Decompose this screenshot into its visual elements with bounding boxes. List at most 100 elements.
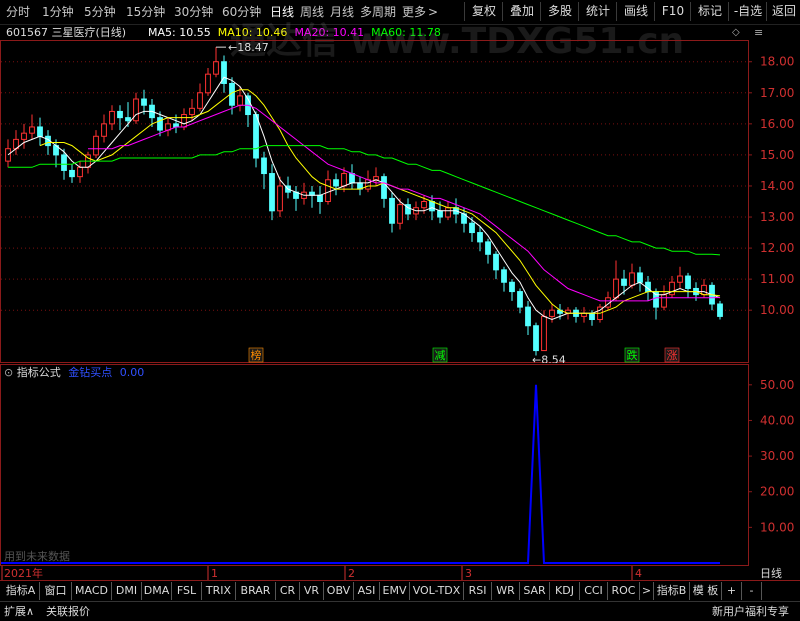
indicator-tab-16[interactable]: SAR (520, 582, 550, 600)
candle (717, 300, 723, 320)
indicator-tab-8[interactable]: CR (276, 582, 300, 600)
price-axis-label: 12.00 (760, 241, 794, 255)
candle (509, 279, 515, 301)
candle-body (189, 107, 195, 116)
month-label: 4 (635, 567, 642, 580)
candle-body (37, 126, 43, 137)
candle (621, 269, 627, 295)
indicator-tab-7[interactable]: BRAR (236, 582, 276, 600)
candle (317, 185, 323, 214)
indicator-frame (0, 364, 749, 566)
candle-body (93, 135, 99, 156)
candle (221, 55, 227, 93)
candle-body (269, 173, 275, 212)
indicator-tab-4[interactable]: DMA (142, 582, 172, 600)
indicator-tab-15[interactable]: WR (492, 582, 520, 600)
candle (677, 266, 683, 289)
indicator-tab-19[interactable]: ROC (608, 582, 640, 600)
candle-body (181, 114, 187, 128)
indicator-tab-5[interactable]: FSL (172, 582, 202, 600)
period-tab-1[interactable]: 1分钟 (42, 3, 74, 21)
period-tab-4[interactable]: 30分钟 (174, 3, 213, 21)
month-label: 3 (465, 567, 472, 580)
settings-diamond-icon[interactable]: ◇ (732, 26, 740, 40)
price-axis-label: 17.00 (760, 86, 794, 100)
indicator-axis-label: 50.00 (760, 378, 794, 392)
indicator-tab-13[interactable]: VOL-TDX (410, 582, 464, 600)
candle (53, 139, 59, 168)
toolbar-button-6[interactable]: 标记 (690, 2, 729, 21)
candle (293, 185, 299, 211)
candle-body (421, 201, 427, 209)
candle-body (125, 117, 131, 122)
stock-name: 三星医疗 (51, 26, 96, 39)
indicator-tab-21[interactable]: 指标B (654, 582, 690, 600)
indicator-tab-9[interactable]: VR (300, 582, 324, 600)
candle-body (493, 253, 499, 271)
candle (77, 161, 83, 183)
future-data-note: 用到未来数据 (4, 549, 70, 563)
indicator-tab-17[interactable]: KDJ (550, 582, 580, 600)
new-user-promo-link[interactable]: 新用户福利专享 (712, 603, 789, 620)
candle-body (501, 269, 507, 283)
time-axis-bg (0, 566, 800, 580)
indicator-tab-24[interactable]: - (742, 582, 762, 600)
candle (205, 67, 211, 96)
chart-expand-icon[interactable]: ≡ (754, 26, 763, 40)
candle (637, 266, 643, 292)
indicator-tab-22[interactable]: 模 板 (690, 582, 722, 600)
period-tab-3[interactable]: 15分钟 (126, 3, 165, 21)
candle-body (389, 197, 395, 224)
candle-body (197, 92, 203, 109)
indicator-tab-23[interactable]: + (722, 582, 742, 600)
toolbar-button-8[interactable]: 返回 (766, 2, 800, 21)
candle (477, 226, 483, 252)
toolbar-button-7[interactable]: -自选 (728, 2, 767, 21)
candle-body (117, 110, 123, 119)
price-axis-label: 18.00 (760, 55, 794, 69)
event-marker-text: 减 (435, 349, 446, 362)
indicator-tab-2[interactable]: MACD (72, 582, 112, 600)
candle-body (549, 309, 555, 317)
candle-body (445, 207, 451, 218)
indicator-tab-12[interactable]: EMV (380, 582, 410, 600)
indicator-tab-11[interactable]: ASI (354, 582, 380, 600)
event-marker-text: 跌 (627, 348, 638, 362)
candle (525, 300, 531, 336)
candle-body (533, 325, 539, 352)
candle (117, 105, 123, 131)
candle-body (661, 294, 667, 308)
candle-body (237, 95, 243, 106)
indicator-tab-14[interactable]: RSI (464, 582, 492, 600)
candle-body (381, 176, 387, 199)
indicator-tab-6[interactable]: TRIX (202, 582, 236, 600)
candle (685, 272, 691, 298)
event-marker-text: 榜 (251, 348, 262, 362)
related-quote-button[interactable]: 关联报价 (46, 603, 90, 620)
indicator-chart[interactable]: 50.00 40.00 30.00 20.00 10.00 用到未来数据 (0, 364, 800, 566)
indicator-tab-0[interactable]: 指标A (2, 582, 40, 600)
expand-button[interactable]: 扩展∧ (4, 603, 34, 620)
indicator-tab-18[interactable]: CCI (580, 582, 608, 600)
candle (573, 307, 579, 323)
candle-body (485, 241, 491, 255)
stock-period: (日线) (95, 26, 127, 39)
candle-body (133, 98, 139, 122)
candle-body (109, 110, 115, 125)
candle-body (397, 204, 403, 224)
candle (357, 176, 363, 196)
period-tab-0[interactable]: 分时 (6, 3, 30, 21)
candle (709, 282, 715, 311)
candle-body (317, 194, 323, 203)
candle (133, 92, 139, 124)
candle-body (141, 98, 147, 106)
ma-line-ma60 (8, 145, 721, 256)
indicator-tab-3[interactable]: DMI (112, 582, 142, 600)
indicator-tab-20[interactable]: > (640, 582, 654, 600)
price-axis-label: 16.00 (760, 117, 794, 131)
period-tab-2[interactable]: 5分钟 (84, 3, 116, 21)
price-chart[interactable]: 18.00 17.00 16.00 15.00 14.00 13.00 12.00 11.00… (0, 40, 800, 363)
indicator-tab-10[interactable]: OBV (324, 582, 354, 600)
indicator-tab-1[interactable]: 窗口 (40, 582, 72, 600)
candle (277, 176, 283, 218)
